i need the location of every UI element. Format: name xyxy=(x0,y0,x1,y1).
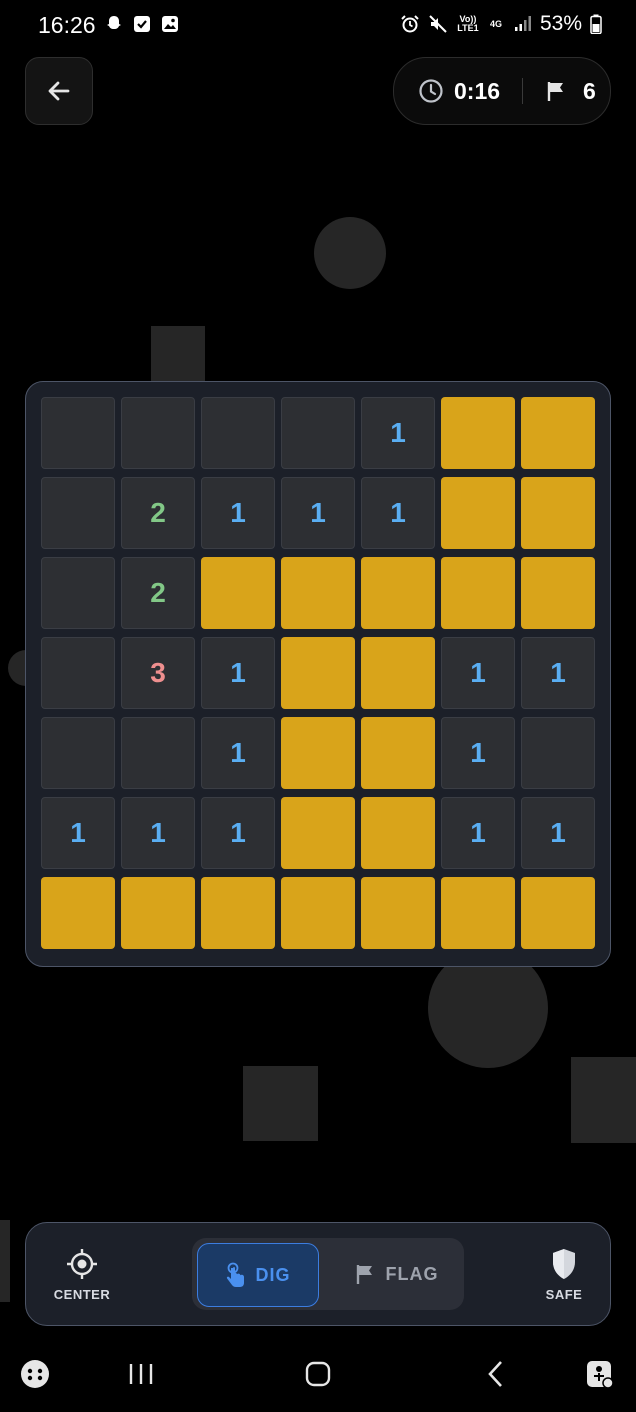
hidden-cell[interactable] xyxy=(41,877,115,949)
revealed-empty-cell[interactable] xyxy=(41,637,115,709)
flag-icon xyxy=(356,1265,372,1284)
number-cell[interactable]: 1 xyxy=(361,397,435,469)
revealed-empty-cell[interactable] xyxy=(201,397,275,469)
background-square xyxy=(0,1220,10,1302)
gallery-icon xyxy=(162,16,178,32)
hidden-cell[interactable] xyxy=(441,477,515,549)
game-launcher-icon[interactable] xyxy=(19,1358,51,1390)
volte-icon: Vo)) LTE1 xyxy=(457,14,479,33)
back-button[interactable] xyxy=(25,57,93,125)
flag-icon xyxy=(547,82,564,101)
hidden-cell[interactable] xyxy=(121,877,195,949)
alarm-icon xyxy=(401,15,419,33)
clock-icon xyxy=(419,79,443,103)
mute-icon xyxy=(429,15,447,33)
tap-icon xyxy=(227,1262,245,1287)
background-square xyxy=(243,1066,318,1141)
hidden-cell[interactable] xyxy=(521,877,595,949)
dig-mode-button[interactable]: DIG xyxy=(197,1243,319,1307)
number-cell[interactable]: 1 xyxy=(201,477,275,549)
battery-icon xyxy=(590,14,602,34)
accessibility-icon[interactable] xyxy=(584,1358,616,1390)
hidden-cell[interactable] xyxy=(441,397,515,469)
number-cell[interactable]: 1 xyxy=(361,477,435,549)
arrow-left-icon xyxy=(48,81,70,101)
hidden-cell[interactable] xyxy=(281,637,355,709)
snapchat-icon xyxy=(107,16,121,29)
center-button[interactable]: CENTER xyxy=(42,1247,122,1302)
crosshair-icon xyxy=(67,1249,97,1279)
back-icon[interactable] xyxy=(484,1358,508,1390)
background-square xyxy=(571,1057,636,1143)
number-cell[interactable]: 1 xyxy=(281,477,355,549)
number-cell[interactable]: 1 xyxy=(121,797,195,869)
status-bar: 16:26 Vo)) LTE1 4G 53% xyxy=(0,0,636,52)
flag-counter: 6 xyxy=(545,78,596,105)
mode-toggle: DIG FLAG xyxy=(192,1238,464,1310)
number-cell[interactable]: 1 xyxy=(441,797,515,869)
hidden-cell[interactable] xyxy=(361,877,435,949)
recents-icon[interactable] xyxy=(127,1358,155,1390)
hidden-cell[interactable] xyxy=(281,717,355,789)
system-nav-bar xyxy=(0,1340,636,1412)
number-cell[interactable]: 1 xyxy=(201,797,275,869)
revealed-empty-cell[interactable] xyxy=(281,397,355,469)
hud-divider xyxy=(522,78,524,104)
background-circle xyxy=(314,217,386,289)
number-cell[interactable]: 1 xyxy=(441,717,515,789)
hidden-cell[interactable] xyxy=(361,797,435,869)
background-square xyxy=(151,326,205,382)
center-label: CENTER xyxy=(53,1287,111,1302)
status-time: 16:26 xyxy=(38,12,96,38)
hidden-cell[interactable] xyxy=(521,557,595,629)
hidden-cell[interactable] xyxy=(201,557,275,629)
hidden-cell[interactable] xyxy=(361,717,435,789)
number-cell[interactable]: 1 xyxy=(201,717,275,789)
timer-value: 0:16 xyxy=(454,77,501,104)
revealed-empty-cell[interactable] xyxy=(121,397,195,469)
shield-icon xyxy=(553,1249,575,1279)
bottom-toolbar: CENTER DIG FLAG SAFE xyxy=(25,1222,611,1326)
4g-icon: 4G xyxy=(489,18,502,29)
safe-button[interactable]: SAFE xyxy=(524,1247,604,1302)
battery-percent: 53% xyxy=(539,12,582,35)
revealed-empty-cell[interactable] xyxy=(41,557,115,629)
dig-label: DIG xyxy=(255,1264,291,1285)
minesweeper-board: 12111231111111111 xyxy=(25,381,611,967)
flag-mode-button[interactable]: FLAG xyxy=(332,1243,460,1305)
hidden-cell[interactable] xyxy=(281,877,355,949)
number-cell[interactable]: 1 xyxy=(521,637,595,709)
number-cell[interactable]: 3 xyxy=(121,637,195,709)
revealed-empty-cell[interactable] xyxy=(41,717,115,789)
hidden-cell[interactable] xyxy=(361,557,435,629)
revealed-empty-cell[interactable] xyxy=(41,477,115,549)
flag-label: FLAG xyxy=(385,1263,439,1284)
revealed-empty-cell[interactable] xyxy=(121,717,195,789)
number-cell[interactable]: 2 xyxy=(121,557,195,629)
number-cell[interactable]: 1 xyxy=(441,637,515,709)
hidden-cell[interactable] xyxy=(361,637,435,709)
hidden-cell[interactable] xyxy=(441,557,515,629)
hidden-cell[interactable] xyxy=(521,397,595,469)
safe-label: SAFE xyxy=(545,1287,583,1302)
hidden-cell[interactable] xyxy=(201,877,275,949)
checkbox-icon xyxy=(134,16,150,32)
hidden-cell[interactable] xyxy=(281,557,355,629)
timer: 0:16 xyxy=(418,78,500,105)
revealed-empty-cell[interactable] xyxy=(521,717,595,789)
home-icon[interactable] xyxy=(304,1358,332,1390)
number-cell[interactable]: 1 xyxy=(521,797,595,869)
signal-icon xyxy=(514,16,531,31)
flag-count: 6 xyxy=(583,77,596,104)
hidden-cell[interactable] xyxy=(441,877,515,949)
game-hud: 0:16 6 xyxy=(393,57,611,125)
number-cell[interactable]: 2 xyxy=(121,477,195,549)
number-cell[interactable]: 1 xyxy=(201,637,275,709)
hidden-cell[interactable] xyxy=(521,477,595,549)
revealed-empty-cell[interactable] xyxy=(41,397,115,469)
hidden-cell[interactable] xyxy=(281,797,355,869)
number-cell[interactable]: 1 xyxy=(41,797,115,869)
